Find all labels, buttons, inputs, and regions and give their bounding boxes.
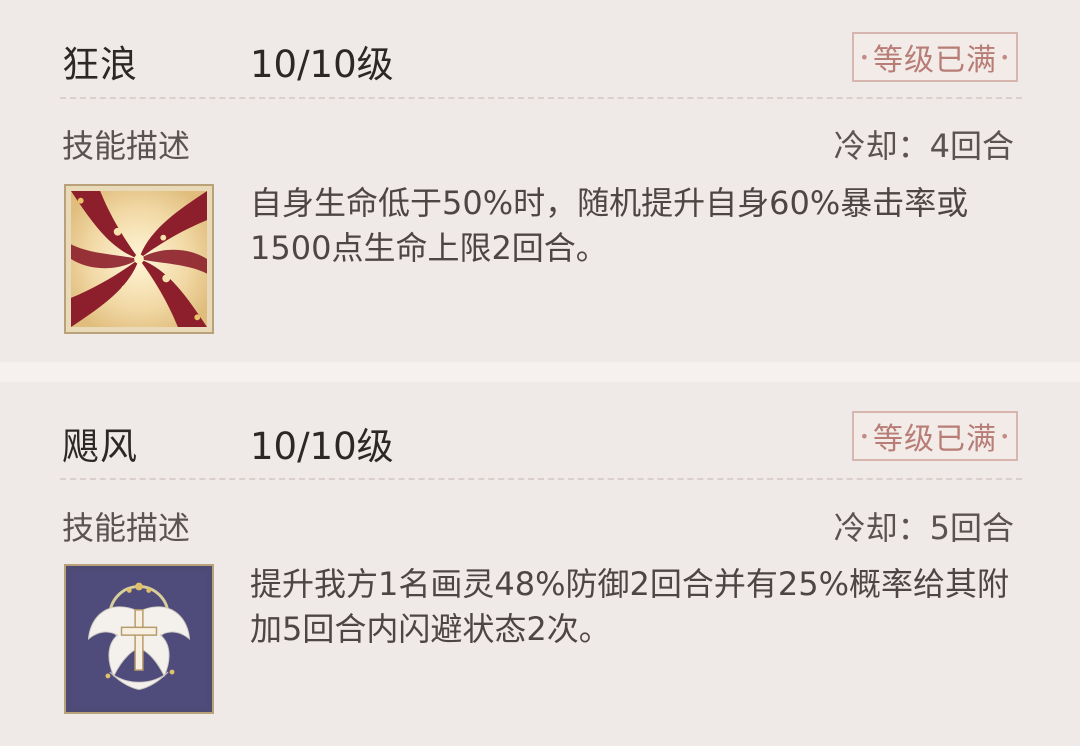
skill-description: 自身生命低于50%时，随机提升自身60%暴击率或1500点生命上限2回合。 [250, 184, 969, 267]
skill-desc-label: 技能描述 [62, 509, 191, 547]
skill-level: 10/10级 [250, 43, 394, 86]
skill-header: 飓风 10/10级 • 等级已满 • [0, 382, 1080, 480]
skill-card: 飓风 10/10级 • 等级已满 • 技能描述 冷却：5回合 提升我方1名画灵4… [0, 382, 1080, 746]
dot-icon: • [859, 47, 870, 67]
cooldown-text: 冷却：5回合 [833, 509, 1014, 547]
skill-desc-label: 技能描述 [62, 127, 191, 165]
cooldown-text: 冷却：4回合 [833, 127, 1014, 165]
skill-name: 飓风 [62, 425, 138, 468]
skill-card: 狂浪 10/10级 • 等级已满 • 技能描述 冷却：4回合 自身生命低于50%… [0, 0, 1080, 362]
divider [60, 97, 1022, 99]
winged-cross-icon[interactable] [64, 564, 214, 714]
whirlpool-icon[interactable] [64, 184, 214, 334]
badge-label: 等级已满 [873, 422, 997, 457]
dot-icon: • [1000, 47, 1011, 67]
skill-panel: 狂浪 10/10级 • 等级已满 • 技能描述 冷却：4回合 自身生命低于50%… [0, 0, 1080, 746]
dot-icon: • [1000, 426, 1011, 446]
badge-label: 等级已满 [873, 43, 997, 78]
level-max-badge: • 等级已满 • [852, 411, 1018, 461]
level-max-badge: • 等级已满 • [852, 32, 1018, 82]
skill-level: 10/10级 [250, 425, 394, 468]
skill-header: 狂浪 10/10级 • 等级已满 • [0, 0, 1080, 98]
dot-icon: • [859, 426, 870, 446]
skill-description: 提升我方1名画灵48%防御2回合并有25%概率给其附加5回合内闪避状态2次。 [250, 565, 1009, 648]
skill-name: 狂浪 [62, 43, 138, 86]
divider [60, 478, 1022, 480]
